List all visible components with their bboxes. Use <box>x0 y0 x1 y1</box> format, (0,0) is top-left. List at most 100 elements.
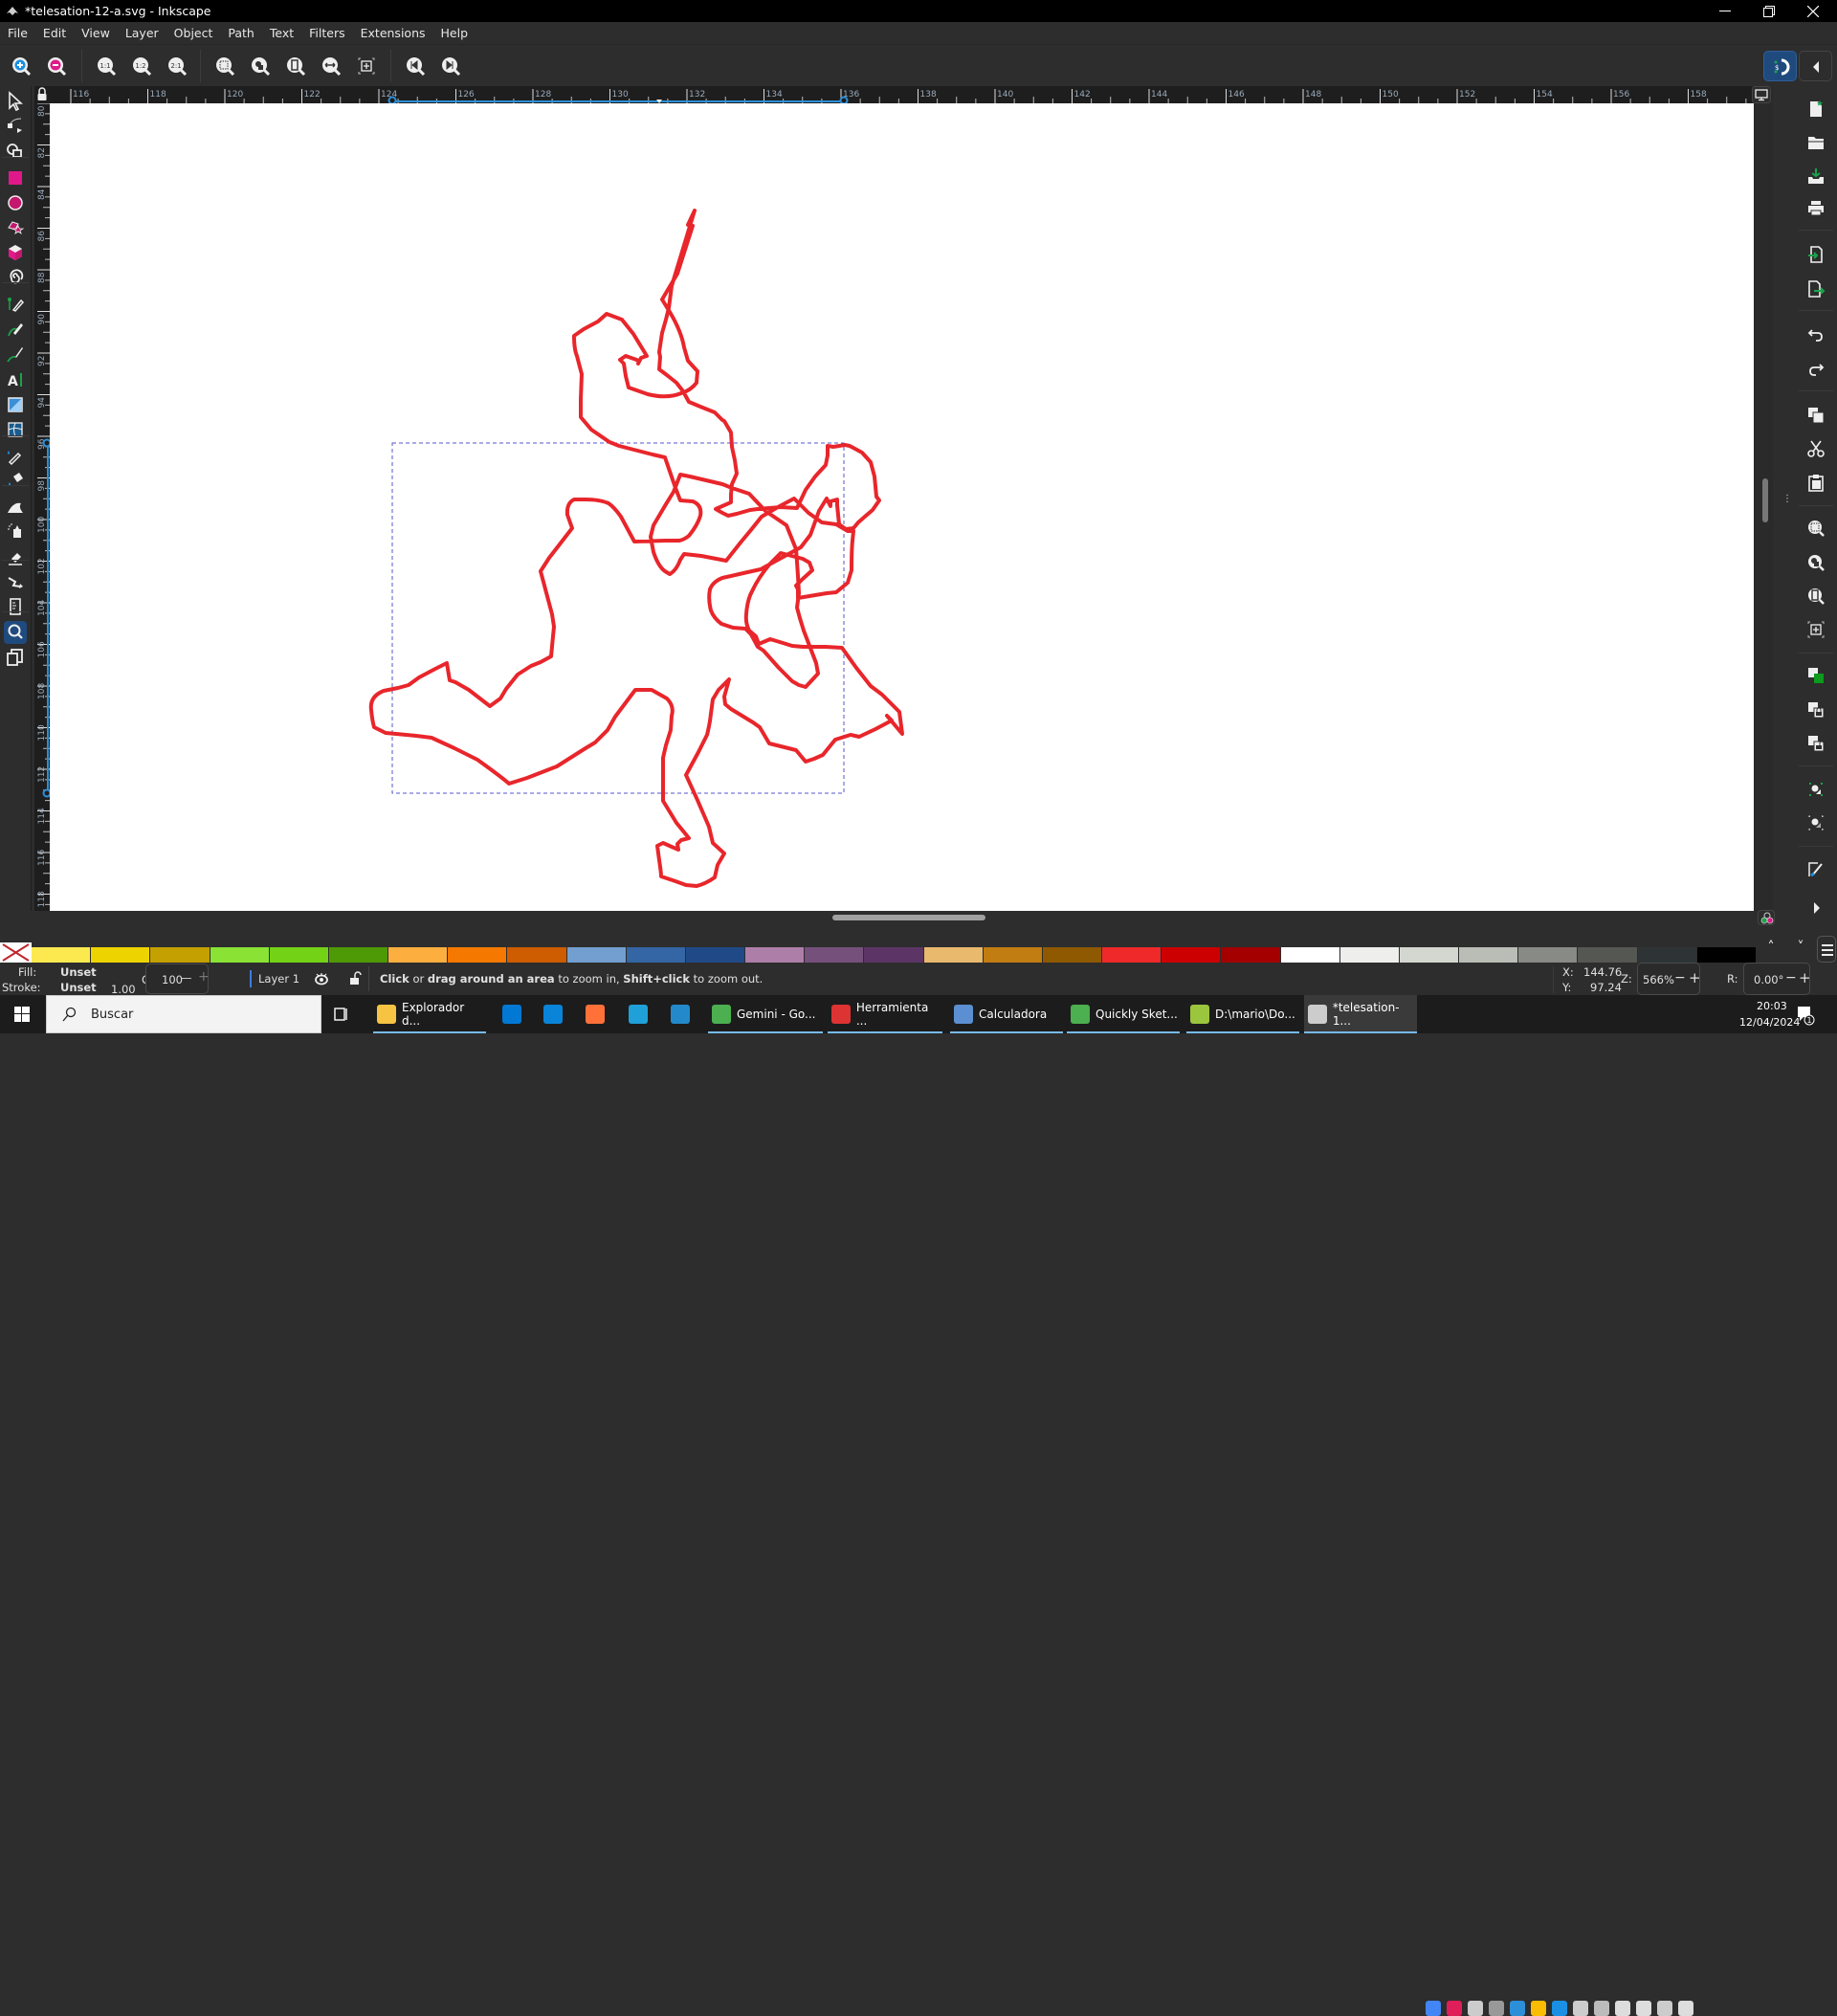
color-swatch[interactable] <box>983 947 1043 963</box>
google-drive-tray-icon[interactable] <box>1426 2001 1441 2016</box>
clock-date[interactable]: 12/04/2024 <box>1739 1016 1800 1029</box>
logitech-tray-icon[interactable] <box>1552 2001 1567 2016</box>
taskbar-app-file-explorer[interactable]: Explorador d... <box>373 995 486 1033</box>
zoom-center-page-icon[interactable] <box>356 55 377 77</box>
color-swatch[interactable] <box>269 947 329 963</box>
color-swatch[interactable] <box>1696 947 1757 963</box>
color-swatch[interactable] <box>150 947 210 963</box>
slack-tray-icon[interactable] <box>1447 2001 1462 2016</box>
open-file-button[interactable] <box>1804 131 1827 154</box>
pen-app-tray-icon[interactable] <box>1594 2001 1609 2016</box>
more-button[interactable] <box>1804 897 1827 919</box>
group-button[interactable] <box>1804 664 1827 687</box>
canvas[interactable] <box>50 103 1754 911</box>
cut-button[interactable] <box>1804 437 1827 460</box>
zoom-selection-icon[interactable] <box>214 55 235 77</box>
color-swatch[interactable] <box>388 947 449 963</box>
taskbar-app-chrome-quickly-sketch[interactable]: Quickly Sket... <box>1067 995 1180 1033</box>
zoom-tool[interactable] <box>4 621 27 644</box>
zoom-next-icon[interactable] <box>440 55 461 77</box>
dock-menu-handle[interactable]: ⋮ <box>1782 495 1792 511</box>
menu-view[interactable]: View <box>74 26 118 40</box>
unlock-button[interactable] <box>1804 732 1827 755</box>
palette-menu-button[interactable] <box>1817 936 1836 963</box>
minimize-button[interactable] <box>1703 0 1747 22</box>
zoom-1-1-icon[interactable]: 1:1 <box>96 55 117 77</box>
menu-text[interactable]: Text <box>262 26 301 40</box>
color-swatch[interactable] <box>1221 947 1281 963</box>
taskbar-app-snipping-tool[interactable]: Herramienta ... <box>828 995 942 1033</box>
color-swatch[interactable] <box>923 947 984 963</box>
color-swatch[interactable] <box>864 947 924 963</box>
calligraphy-tool[interactable] <box>4 343 27 366</box>
snap-toggle-button[interactable]: $ <box>1763 51 1797 81</box>
duplicate-button[interactable] <box>1804 404 1827 427</box>
volume-tray-icon[interactable] <box>1678 2001 1693 2016</box>
menu-help[interactable]: Help <box>433 26 476 40</box>
color-swatch[interactable] <box>805 947 865 963</box>
zoom-selection-button[interactable] <box>1804 517 1827 540</box>
menu-layer[interactable]: Layer <box>118 26 166 40</box>
zoom-1-2-icon[interactable]: 1:2 <box>131 55 152 77</box>
taskbar-app-chrome-gemini[interactable]: Gemini - Go... <box>708 995 823 1033</box>
color-swatch[interactable] <box>210 947 270 963</box>
notification-center-button[interactable]: 1 <box>1795 1005 1816 1026</box>
zoom-page-icon[interactable] <box>285 55 306 77</box>
export-button[interactable] <box>1804 277 1827 300</box>
taskbar-app-vscode[interactable] <box>666 995 700 1033</box>
color-swatch[interactable] <box>745 947 806 963</box>
paint-bucket-tool[interactable] <box>4 469 27 492</box>
dropper-tool[interactable] <box>4 445 27 468</box>
security-tray-icon[interactable] <box>1531 2001 1546 2016</box>
rotation-value[interactable]: 0.00° <box>1754 973 1783 986</box>
zoom-spinbox[interactable]: 566% − + <box>1637 963 1701 995</box>
display-mode-button[interactable] <box>1752 86 1771 103</box>
menu-filters[interactable]: Filters <box>301 26 352 40</box>
color-swatch[interactable] <box>1339 947 1400 963</box>
fill-stroke-button[interactable] <box>1804 858 1827 881</box>
rotation-spinbox[interactable]: 0.00° − + <box>1743 963 1811 995</box>
menu-file[interactable]: File <box>0 26 35 40</box>
opacity-decrement-button[interactable]: — <box>181 971 192 985</box>
connector-tool[interactable] <box>4 570 27 593</box>
color-management-toggle[interactable] <box>1758 910 1775 925</box>
new-document-button[interactable] <box>1804 98 1827 121</box>
color-swatch[interactable] <box>32 947 92 963</box>
pen-tool[interactable] <box>4 293 27 316</box>
color-swatch[interactable] <box>1637 947 1697 963</box>
stroke-width-value[interactable]: 1.00 <box>111 983 136 996</box>
opacity-spinbox[interactable]: 100 — + <box>145 964 210 994</box>
layer-visibility-icon[interactable] <box>314 972 329 986</box>
color-swatch[interactable] <box>507 947 567 963</box>
network-app-tray-icon[interactable] <box>1510 2001 1525 2016</box>
save-button[interactable] <box>1804 165 1827 188</box>
gradient-tool[interactable] <box>4 393 27 416</box>
palette-scroll-down[interactable]: ˅ <box>1793 940 1808 955</box>
horizontal-ruler[interactable]: 116 118 120 122 124 126 128 130 132 134 136 138 140 1… <box>50 86 1754 103</box>
rectangle-tool[interactable] <box>4 166 27 189</box>
spray-tool[interactable] <box>4 520 27 543</box>
node-tool[interactable] <box>4 115 27 138</box>
zoom-out-icon[interactable] <box>46 55 67 77</box>
mesh-tool[interactable] <box>4 418 27 441</box>
zoom-increment-button[interactable]: + <box>1689 969 1701 986</box>
taskbar-app-inkscape[interactable]: *telesation-1... <box>1304 995 1417 1033</box>
restore-button[interactable] <box>1747 0 1791 22</box>
color-swatch[interactable] <box>448 947 508 963</box>
wifi-tray-icon[interactable] <box>1657 2001 1672 2016</box>
start-button[interactable] <box>0 995 44 1033</box>
color-swatch[interactable] <box>1518 947 1579 963</box>
color-swatch[interactable] <box>1399 947 1460 963</box>
color-swatch[interactable] <box>1162 947 1222 963</box>
guide-lock-button[interactable] <box>34 86 50 103</box>
layer-lock-icon[interactable] <box>348 971 362 986</box>
transform-button[interactable] <box>1804 778 1827 801</box>
menu-path[interactable]: Path <box>220 26 261 40</box>
color-swatch[interactable] <box>1042 947 1103 963</box>
taskbar-search[interactable]: Buscar <box>46 995 321 1033</box>
settings-tray-tray-icon[interactable] <box>1615 2001 1630 2016</box>
dock-scrollbar[interactable] <box>1762 478 1768 522</box>
menu-edit[interactable]: Edit <box>35 26 74 40</box>
zoom-drawing-icon[interactable] <box>250 55 271 77</box>
selector-tool[interactable] <box>4 90 27 113</box>
